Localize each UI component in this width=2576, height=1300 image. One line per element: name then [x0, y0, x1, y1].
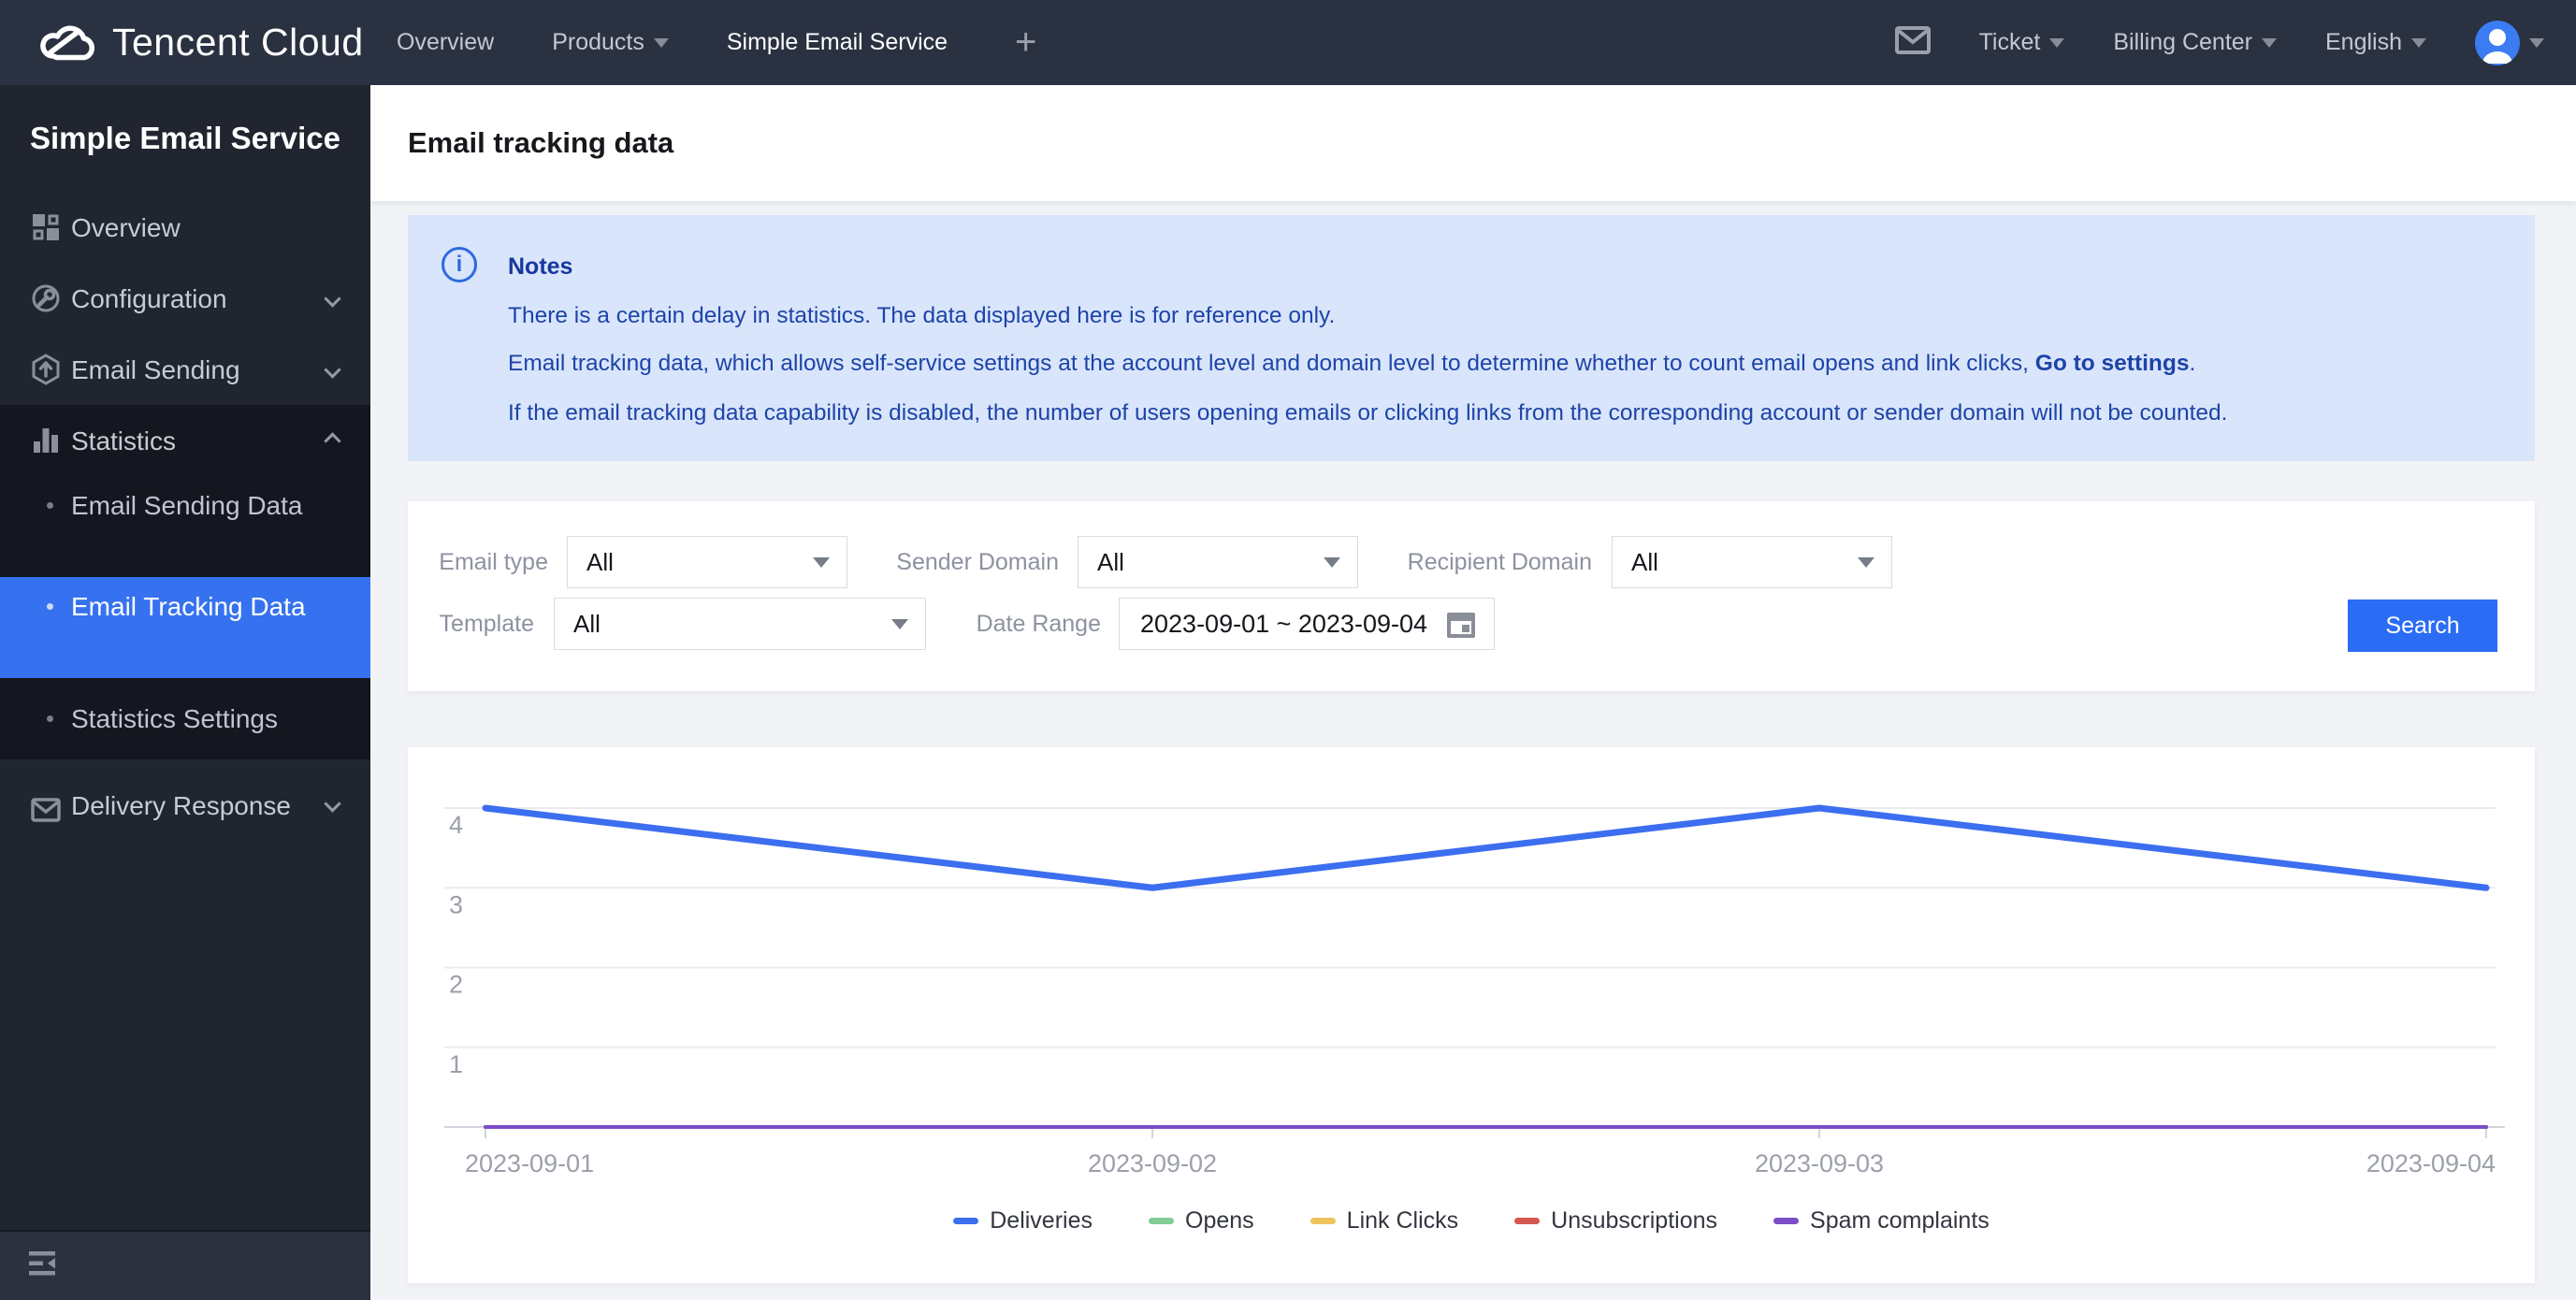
grid-icon [30, 211, 62, 243]
svg-text:2: 2 [449, 971, 463, 999]
legend-marker-icon [1514, 1218, 1541, 1224]
chart-legend: Deliveries Opens Link Clicks Unsubscription… [408, 1207, 2535, 1235]
chevron-down-icon [813, 556, 830, 568]
sidebar-item-email-sending[interactable]: Email Sending [0, 334, 370, 405]
nav-ticket[interactable]: Ticket [1979, 29, 2065, 56]
sidebar-item-statistics-settings[interactable]: Statistics Settings [0, 678, 370, 759]
sidebar-item-delivery-response[interactable]: Delivery Response [0, 772, 370, 888]
legend-label: Deliveries [990, 1207, 1093, 1234]
legend-label: Unsubscriptions [1551, 1207, 1718, 1234]
chevron-up-icon [324, 431, 341, 450]
tracking-chart-card: 1 2 3 4 2023-09-01 2023-09-02 2023-09-03 2023-0… [408, 747, 2535, 1283]
brand[interactable]: Tencent Cloud [0, 17, 374, 68]
go-to-settings-link[interactable]: Go to settings [2035, 351, 2190, 376]
nav-language[interactable]: English [2325, 29, 2426, 56]
email-type-label: Email type [439, 549, 548, 575]
email-type-select[interactable]: All [567, 536, 847, 588]
sidebar-item-configuration[interactable]: Configuration [0, 263, 370, 334]
svg-text:2023-09-04: 2023-09-04 [2366, 1149, 2496, 1177]
content-header: Email tracking data [370, 85, 2576, 201]
nav-overview[interactable]: Overview [397, 29, 494, 56]
brand-name: Tencent Cloud [112, 21, 364, 64]
nav-tab-simple-email-service[interactable]: Simple Email Service [727, 29, 948, 56]
nav-billing-center[interactable]: Billing Center [2113, 29, 2277, 56]
mail-icon[interactable] [1894, 26, 1931, 59]
chevron-down-icon [324, 795, 341, 813]
sender-domain-select[interactable]: All [1078, 536, 1358, 588]
sidebar-collapse-button[interactable] [0, 1230, 370, 1300]
svg-text:3: 3 [449, 890, 463, 918]
svg-text:2023-09-02: 2023-09-02 [1088, 1149, 1217, 1177]
add-tab-button[interactable]: + [1015, 22, 1036, 64]
filter-panel: Email type All Sender Domain All Recipie… [408, 501, 2535, 691]
collapse-sidebar-icon [28, 1250, 60, 1281]
sidebar-item-email-sending-data[interactable]: Email Sending Data [0, 476, 370, 577]
chevron-down-icon [2262, 37, 2277, 48]
sidebar-group-statistics: Statistics Email Sending Data Email Trac… [0, 405, 370, 759]
mail-icon [30, 794, 62, 826]
template-select[interactable]: All [554, 598, 926, 650]
template-label: Template [439, 611, 534, 637]
chevron-down-icon [891, 618, 908, 629]
bullet-dot [47, 502, 53, 509]
search-button[interactable]: Search [2348, 599, 2497, 652]
bullet-dot [47, 603, 53, 610]
chevron-down-icon [1324, 556, 1340, 568]
notes-title: Notes [508, 253, 573, 280]
sidebar-item-statistics[interactable]: Statistics [0, 405, 370, 476]
legend-item[interactable]: Unsubscriptions [1514, 1207, 1717, 1235]
svg-text:2023-09-01: 2023-09-01 [465, 1149, 594, 1177]
top-navbar: Tencent Cloud Overview Products Simple E… [0, 0, 2576, 85]
legend-label: Opens [1185, 1207, 1254, 1234]
config-icon [30, 282, 62, 314]
chevron-down-icon [2049, 37, 2065, 48]
tencent-cloud-logo-icon [37, 17, 95, 68]
page-title: Email tracking data [408, 126, 674, 159]
line-chart: 1 2 3 4 2023-09-01 2023-09-02 2023-09-03 2023-0… [444, 804, 2505, 1177]
legend-item[interactable]: Opens [1149, 1207, 1254, 1235]
chevron-down-icon [324, 360, 341, 379]
date-range-input[interactable]: 2023-09-01 ~ 2023-09-04 [1119, 598, 1495, 650]
calendar-icon [1447, 613, 1475, 638]
legend-item[interactable]: Link Clicks [1310, 1207, 1458, 1235]
notes-line-3: If the email tracking data capability is… [508, 400, 2228, 426]
info-icon: i [441, 247, 477, 282]
legend-marker-icon [953, 1218, 979, 1224]
notes-line-2: Email tracking data, which allows self-s… [508, 351, 2196, 376]
svg-text:2023-09-03: 2023-09-03 [1755, 1149, 1884, 1177]
chevron-down-icon [324, 289, 341, 308]
legend-marker-icon [1773, 1218, 1800, 1224]
recipient-domain-select[interactable]: All [1612, 536, 1892, 588]
chevron-down-icon [2529, 37, 2544, 48]
legend-label: Spam complaints [1810, 1207, 1990, 1234]
nav-products[interactable]: Products [552, 29, 669, 56]
svg-text:4: 4 [449, 811, 463, 839]
stats-icon [30, 425, 62, 456]
recipient-domain-label: Recipient Domain [1407, 549, 1592, 575]
send-icon [30, 354, 62, 385]
sidebar-item-overview[interactable]: Overview [0, 192, 370, 263]
legend-marker-icon [1149, 1218, 1174, 1224]
legend-label: Link Clicks [1346, 1207, 1459, 1234]
sidebar: Simple Email Service Overview Configurat… [0, 85, 370, 1300]
chevron-down-icon [1858, 556, 1874, 568]
sender-domain-label: Sender Domain [896, 549, 1059, 575]
chevron-down-icon [653, 37, 669, 48]
legend-marker-icon [1310, 1218, 1336, 1224]
legend-item[interactable]: Spam complaints [1773, 1207, 1990, 1235]
bullet-dot [47, 715, 53, 722]
page: Tencent Cloud Overview Products Simple E… [0, 0, 2576, 1300]
svg-text:1: 1 [449, 1050, 463, 1078]
notes-banner: i Notes There is a certain delay in stat… [408, 215, 2535, 461]
avatar [2475, 20, 2520, 65]
sidebar-item-email-tracking-data[interactable]: Email Tracking Data [0, 577, 370, 678]
account-menu[interactable] [2475, 20, 2544, 65]
sidebar-title: Simple Email Service [30, 121, 341, 155]
date-range-label: Date Range [976, 611, 1101, 637]
notes-line-1: There is a certain delay in statistics. … [508, 303, 1336, 328]
chevron-down-icon [2411, 37, 2426, 48]
legend-item[interactable]: Deliveries [953, 1207, 1093, 1235]
